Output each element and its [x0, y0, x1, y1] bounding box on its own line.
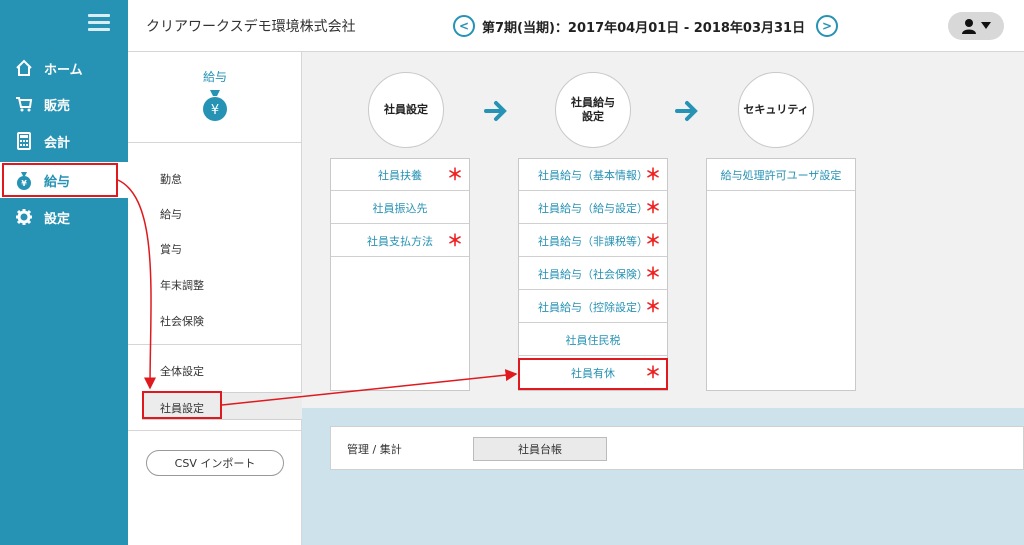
- submenu-item-salary[interactable]: 給与: [160, 206, 182, 222]
- flow-step-label: 社員設定: [384, 103, 428, 117]
- nav-item-sales[interactable]: 販売: [0, 86, 128, 122]
- list-item-salary-social-insurance[interactable]: 社員給与（社会保険）＊: [519, 258, 667, 290]
- nav-item-payroll[interactable]: ¥ 給与: [0, 162, 128, 198]
- gear-icon: [14, 207, 34, 227]
- menu-icon[interactable]: [88, 14, 110, 32]
- salary-settings-list: 社員給与（基本情報）＊ 社員給与（給与設定）＊ 社員給与（非課税等）＊ 社員給与…: [518, 158, 668, 391]
- period-prev-button[interactable]: <: [453, 15, 475, 37]
- cart-icon: [14, 94, 34, 114]
- nav-item-home[interactable]: ホーム: [0, 50, 128, 86]
- period-label: 第7期(当期)：2017年04月01日 - 2018年03月31日: [482, 21, 806, 36]
- list-item-salary-nontaxable[interactable]: 社員給与（非課税等）＊: [519, 225, 667, 257]
- required-mark: ＊: [644, 363, 661, 382]
- submenu-item-social-insurance[interactable]: 社会保険: [160, 313, 204, 329]
- security-list: 給与処理許可ユーザ設定: [706, 158, 856, 391]
- submenu-item-year-end[interactable]: 年末調整: [160, 277, 204, 293]
- divider: [128, 430, 302, 431]
- list-item-salary-config[interactable]: 社員給与（給与設定）＊: [519, 192, 667, 224]
- employee-ledger-button[interactable]: 社員台帳: [473, 437, 607, 461]
- list-item-salary-basic[interactable]: 社員給与（基本情報）＊: [519, 159, 667, 191]
- submenu-item-general-settings[interactable]: 全体設定: [160, 363, 204, 379]
- chevron-right-icon: >: [821, 19, 833, 33]
- csv-import-button[interactable]: CSV インポート: [146, 450, 284, 476]
- nav-item-label: ホーム: [44, 62, 83, 78]
- flow-step-security: セキュリティ: [738, 72, 814, 148]
- required-mark: ＊: [644, 231, 661, 250]
- flow-step-label: セキュリティ: [743, 103, 809, 117]
- required-mark: ＊: [644, 264, 661, 283]
- divider: [128, 344, 302, 345]
- nav-item-label: 会計: [44, 135, 71, 151]
- period-next-button[interactable]: >: [816, 15, 838, 37]
- user-icon: [962, 19, 976, 34]
- user-menu-button[interactable]: [948, 12, 1004, 40]
- top-bar: クリアワークスデモ環境株式会社 < 第7期(当期)：2017年04月01日 - …: [128, 0, 1024, 52]
- company-name: クリアワークスデモ環境株式会社: [146, 19, 356, 35]
- nav-item-label: 給与: [44, 174, 71, 190]
- list-item-dependents[interactable]: 社員扶養＊: [331, 159, 469, 191]
- submenu-item-attendance[interactable]: 勤怠: [160, 171, 182, 187]
- home-icon: [14, 58, 34, 78]
- required-mark: ＊: [644, 297, 661, 316]
- list-item-resident-tax[interactable]: 社員住民税: [519, 324, 667, 356]
- main-content: 社員設定 社員給与 設定 セキュリティ 社員扶養＊ 社員振込先 社員支払方法＊ …: [302, 52, 1024, 408]
- divider: [128, 142, 302, 143]
- main-nav: ホーム 販売 会計 ¥ 給与 設定: [0, 0, 128, 545]
- flow-step-employee-settings: 社員設定: [368, 72, 444, 148]
- required-mark: ＊: [644, 198, 661, 217]
- flow-step-salary-settings: 社員給与 設定: [555, 72, 631, 148]
- nav-item-accounting[interactable]: 会計: [0, 123, 128, 159]
- required-mark: ＊: [446, 231, 463, 250]
- nav-item-label: 設定: [44, 211, 71, 227]
- submenu-title: 給与: [202, 70, 227, 84]
- money-bag-icon: ¥: [14, 170, 34, 190]
- money-bag-icon: ¥: [203, 90, 227, 121]
- management-panel: 管理 / 集計 社員台帳: [302, 408, 1024, 545]
- management-row: 管理 / 集計 社員台帳: [330, 426, 1024, 470]
- submenu-item-label: 社員設定: [160, 402, 204, 415]
- list-item-paid-leave[interactable]: 社員有休＊: [519, 357, 667, 389]
- payroll-submenu: 給与 ¥ 勤怠 給与 賞与 年末調整 社会保険 全体設定 社員設定 CSV イン…: [128, 52, 302, 545]
- employee-settings-list: 社員扶養＊ 社員振込先 社員支払方法＊: [330, 158, 470, 391]
- required-mark: ＊: [446, 165, 463, 184]
- list-item-bank-account[interactable]: 社員振込先: [331, 192, 469, 224]
- list-item-salary-deductions[interactable]: 社員給与（控除設定）＊: [519, 291, 667, 323]
- submenu-item-bonus[interactable]: 賞与: [160, 241, 182, 257]
- list-item-payroll-permission[interactable]: 給与処理許可ユーザ設定: [707, 159, 855, 191]
- flow-step-label: 社員給与 設定: [571, 96, 615, 123]
- calculator-icon: [14, 131, 34, 151]
- management-label: 管理 / 集計: [347, 443, 402, 456]
- arrow-right-icon: [675, 101, 698, 121]
- caret-down-icon: [981, 22, 991, 29]
- submenu-item-employee-settings[interactable]: 社員設定: [142, 392, 302, 420]
- nav-item-label: 販売: [44, 98, 71, 114]
- svg-text:¥: ¥: [21, 179, 27, 188]
- arrow-right-icon: [484, 101, 507, 121]
- chevron-left-icon: <: [458, 19, 470, 33]
- svg-text:¥: ¥: [211, 103, 219, 118]
- list-item-payment-method[interactable]: 社員支払方法＊: [331, 225, 469, 257]
- nav-item-settings[interactable]: 設定: [0, 199, 128, 235]
- required-mark: ＊: [644, 165, 661, 184]
